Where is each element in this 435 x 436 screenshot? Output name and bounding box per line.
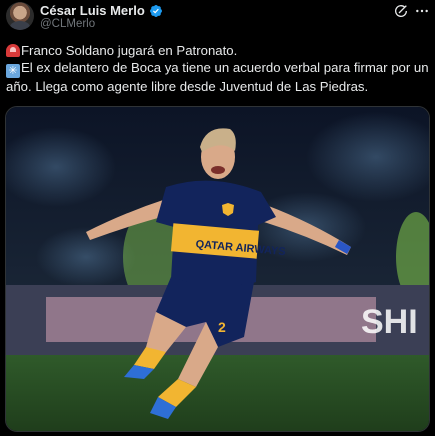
more-icon[interactable]	[414, 3, 430, 19]
avatar[interactable]	[6, 2, 34, 30]
author-display-name[interactable]: César Luis Merlo	[40, 3, 145, 18]
jersey-number: 2	[218, 319, 226, 335]
asterisk-emoji: ✳	[6, 64, 20, 78]
tweet-text: Franco Soldano jugará en Patronato. ✳ El …	[6, 42, 431, 95]
tweet-photo[interactable]: SHI QATAR AIRWAYS 2	[5, 106, 430, 432]
tweet-line-1-text: Franco Soldano jugará en Patronato.	[21, 43, 238, 58]
photo-celebration: SHI QATAR AIRWAYS 2	[6, 107, 429, 431]
tweet-line-1: Franco Soldano jugará en Patronato.	[6, 42, 431, 59]
tweet[interactable]: César Luis Merlo @CLMerlo Franco Soldano…	[0, 0, 435, 436]
tweet-line-2: ✳ El ex delantero de Boca ya tiene un acu…	[6, 59, 431, 95]
verified-badge-icon	[149, 4, 162, 17]
author-name-row[interactable]: César Luis Merlo	[40, 3, 163, 18]
tweet-line-2-text: El ex delantero de Boca ya tiene un acue…	[6, 60, 429, 94]
author-handle[interactable]: @CLMerlo	[40, 18, 95, 30]
ad-banner-text: SHI	[361, 303, 418, 341]
siren-emoji	[6, 44, 20, 57]
grok-icon[interactable]	[393, 3, 409, 19]
